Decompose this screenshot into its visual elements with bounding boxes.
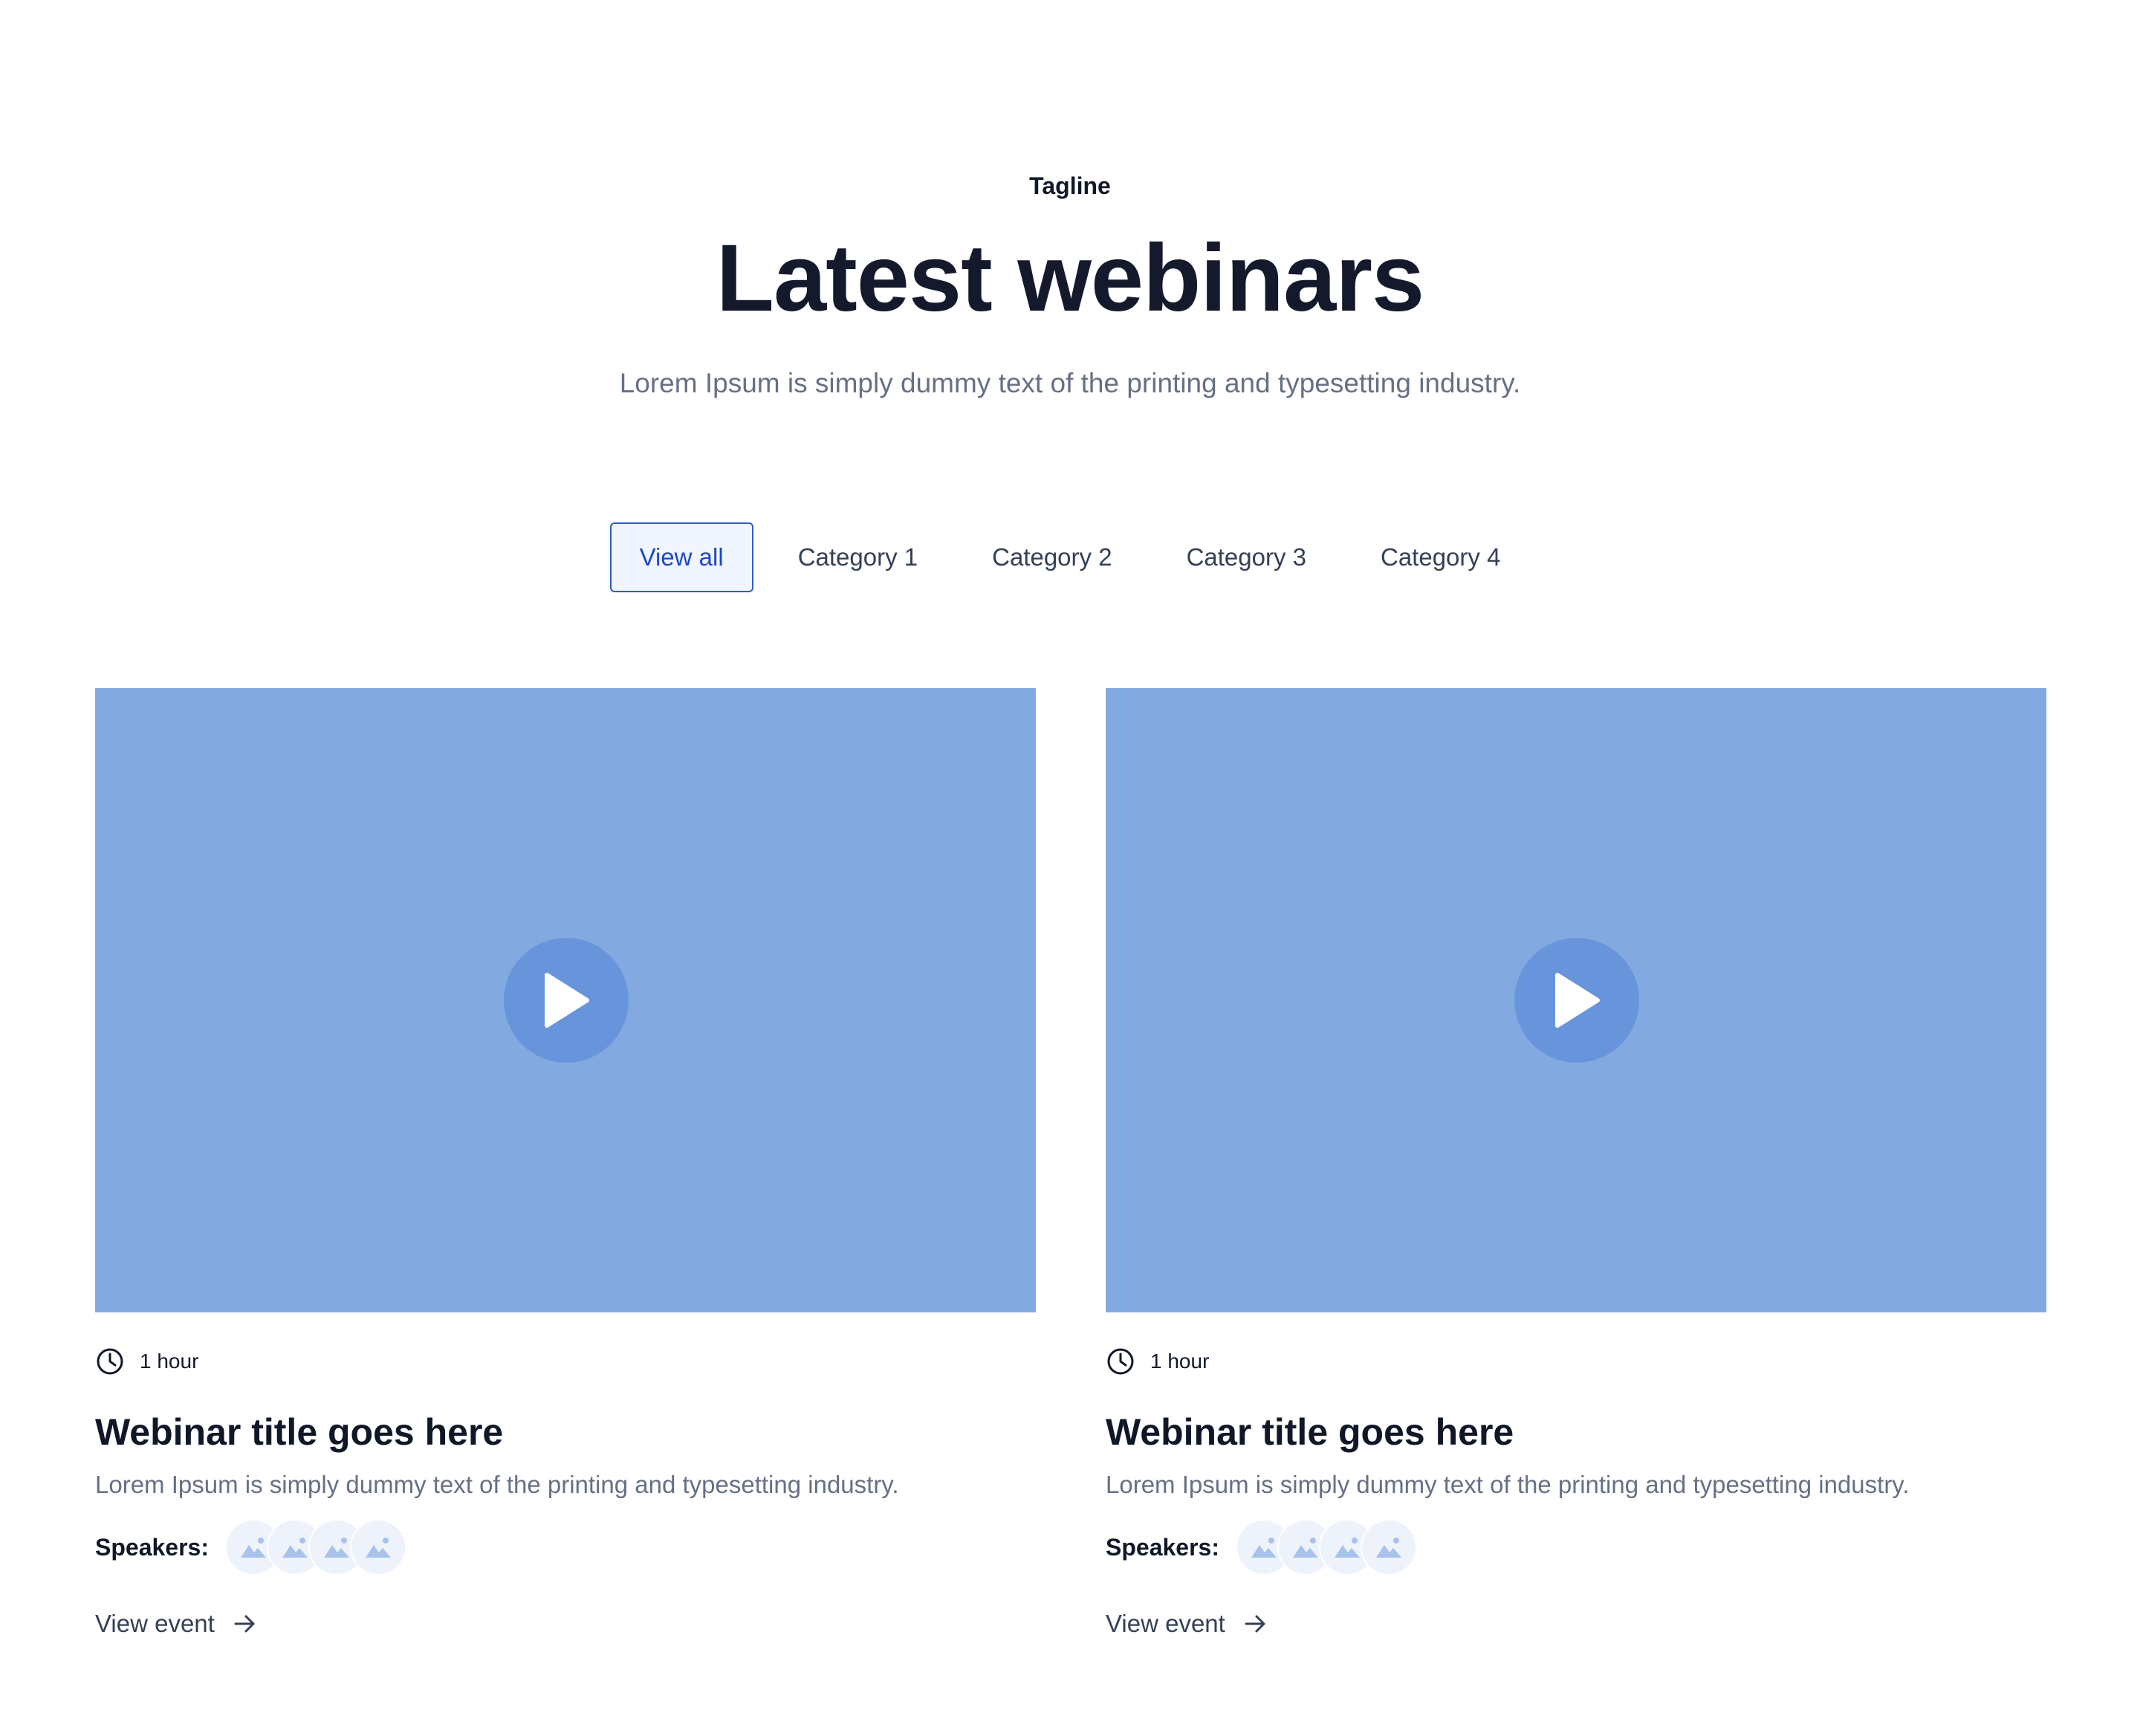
tab-view-all[interactable]: View all — [609, 522, 753, 592]
tab-category-2[interactable]: Category 2 — [962, 522, 1141, 592]
webinar-card: 1 hour Webinar title goes here Lorem Ips… — [95, 688, 1036, 1637]
tab-category-3[interactable]: Category 3 — [1157, 522, 1336, 592]
duration: 1 hour — [95, 1347, 198, 1376]
play-button[interactable] — [1514, 938, 1639, 1063]
webinar-description: Lorem Ipsum is simply dummy text of the … — [95, 1471, 899, 1498]
image-placeholder-icon — [1375, 1538, 1401, 1558]
image-placeholder-icon — [282, 1538, 308, 1558]
duration-text: 1 hour — [140, 1350, 199, 1373]
speakers: Speakers: — [1106, 1519, 1417, 1575]
play-icon — [1555, 973, 1600, 1028]
speakers-label: Speakers: — [95, 1533, 209, 1561]
speakers: Speakers: — [95, 1519, 406, 1575]
duration-text: 1 hour — [1150, 1350, 1210, 1373]
category-tabs: View all Category 1 Category 2 Category … — [0, 521, 2140, 594]
image-placeholder-icon — [1292, 1538, 1318, 1558]
webinar-title: Webinar title goes here — [1106, 1411, 1514, 1453]
tagline: Tagline — [1029, 172, 1111, 199]
video-thumbnail[interactable] — [1106, 688, 2046, 1312]
webinar-title: Webinar title goes here — [95, 1411, 504, 1453]
image-placeholder-icon — [1251, 1538, 1277, 1558]
view-event-label: View event — [95, 1610, 215, 1637]
play-button[interactable] — [504, 938, 629, 1063]
tab-category-4[interactable]: Category 4 — [1351, 522, 1530, 592]
page-subtitle: Lorem Ipsum is simply dummy text of the … — [619, 368, 1521, 398]
arrow-right-icon — [1242, 1610, 1268, 1637]
webinar-description: Lorem Ipsum is simply dummy text of the … — [1106, 1471, 1910, 1498]
image-placeholder-icon — [240, 1538, 266, 1558]
duration: 1 hour — [1106, 1347, 1209, 1376]
image-placeholder-icon — [1334, 1538, 1360, 1558]
play-icon — [545, 973, 589, 1028]
arrow-right-icon — [231, 1610, 258, 1637]
speaker-avatars — [224, 1519, 406, 1575]
speakers-label: Speakers: — [1106, 1533, 1219, 1561]
tab-category-1[interactable]: Category 1 — [768, 522, 947, 592]
speaker-avatars — [1235, 1519, 1417, 1575]
avatar[interactable] — [1360, 1519, 1417, 1575]
page-title: Latest webinars — [716, 225, 1424, 331]
image-placeholder-icon — [365, 1538, 391, 1558]
clock-icon — [1106, 1347, 1135, 1376]
clock-icon — [95, 1347, 125, 1376]
view-event-link[interactable]: View event — [1106, 1610, 1268, 1638]
view-event-label: View event — [1106, 1610, 1225, 1637]
avatar[interactable] — [349, 1519, 406, 1575]
webinars-section: Tagline Latest webinars Lorem Ipsum is s… — [0, 0, 2140, 1736]
image-placeholder-icon — [323, 1538, 349, 1558]
video-thumbnail[interactable] — [95, 688, 1036, 1312]
view-event-link[interactable]: View event — [95, 1610, 258, 1638]
webinar-card: 1 hour Webinar title goes here Lorem Ips… — [1106, 688, 2046, 1637]
